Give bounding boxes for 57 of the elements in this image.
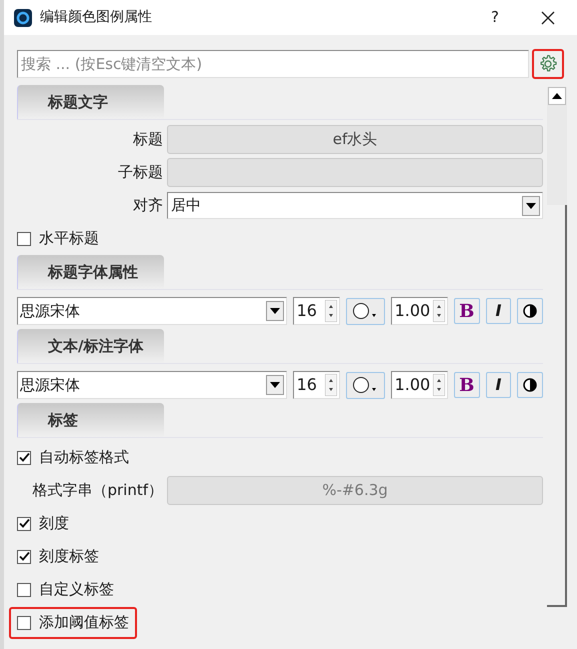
scrollbar-thumb[interactable]	[547, 205, 567, 607]
settings-icon[interactable]	[538, 54, 558, 74]
section-header: 文本/标注字体	[17, 329, 164, 363]
app-icon	[14, 8, 32, 26]
color-button[interactable]	[346, 372, 385, 398]
field-label: 子标题	[117, 162, 164, 184]
bold-button[interactable]: B	[454, 372, 480, 398]
circle-icon	[352, 302, 378, 320]
spin-arrows-icon[interactable]	[325, 374, 338, 396]
dropdown-arrow-icon[interactable]	[270, 308, 280, 314]
help-button[interactable]: ?	[491, 6, 499, 29]
spin-arrows-icon[interactable]	[325, 300, 338, 322]
section-header: 标题文字	[17, 85, 164, 119]
spin-arrows-icon[interactable]	[432, 300, 445, 322]
dropdown[interactable]: 居中	[167, 192, 543, 219]
checkbox[interactable]	[17, 582, 31, 596]
checkbox[interactable]	[17, 450, 31, 464]
contrast-button[interactable]	[517, 372, 543, 398]
section-header: 标签	[17, 403, 164, 437]
spin-box[interactable]: 1.00	[390, 371, 448, 399]
checkbox[interactable]	[17, 232, 31, 246]
checkbox[interactable]	[17, 616, 31, 630]
dropdown-arrow-icon[interactable]	[270, 382, 280, 388]
font-dropdown[interactable]: 思源宋体	[17, 297, 287, 325]
bold-button[interactable]: B	[454, 298, 480, 324]
contrast-button[interactable]	[517, 298, 543, 324]
checkbox[interactable]	[17, 516, 31, 530]
checkbox-label: 刻度	[39, 513, 69, 534]
checkbox-label: 自定义标签	[39, 579, 114, 600]
section-header: 标题字体属性	[17, 255, 164, 289]
scroll-up-icon[interactable]	[552, 93, 562, 99]
window-title: 编辑颜色图例属性	[40, 8, 152, 27]
italic-button[interactable]: I	[486, 372, 512, 398]
spin-box[interactable]: 16	[292, 297, 340, 325]
close-icon[interactable]	[541, 10, 555, 24]
checkbox[interactable]	[17, 550, 31, 564]
field-label: 对齐	[132, 195, 164, 216]
text-field[interactable]: ef水头	[167, 125, 543, 154]
scrollbar[interactable]	[547, 87, 567, 607]
font-dropdown[interactable]: 思源宋体	[17, 371, 287, 399]
field-label: 标题	[132, 129, 164, 150]
color-button[interactable]	[346, 298, 385, 324]
text-field[interactable]	[167, 158, 543, 187]
checkbox-label: 添加阈值标签	[39, 612, 129, 634]
contrast-icon	[523, 304, 538, 318]
field-label: 格式字串（printf）	[31, 480, 164, 502]
italic-button[interactable]: I	[486, 298, 512, 324]
spin-arrows-icon[interactable]	[432, 374, 445, 396]
circle-icon	[352, 376, 378, 394]
contrast-icon	[523, 378, 538, 392]
dropdown-arrow-icon[interactable]	[526, 202, 536, 208]
search-field[interactable]: 搜索 ... (按Esc键清空文本)	[17, 50, 529, 78]
spin-box[interactable]: 1.00	[390, 297, 448, 325]
checkbox-label: 自动标签格式	[39, 447, 129, 468]
checkbox-label: 刻度标签	[39, 546, 99, 568]
checkbox-label: 水平标题	[39, 228, 99, 250]
spin-box[interactable]: 16	[292, 371, 340, 399]
